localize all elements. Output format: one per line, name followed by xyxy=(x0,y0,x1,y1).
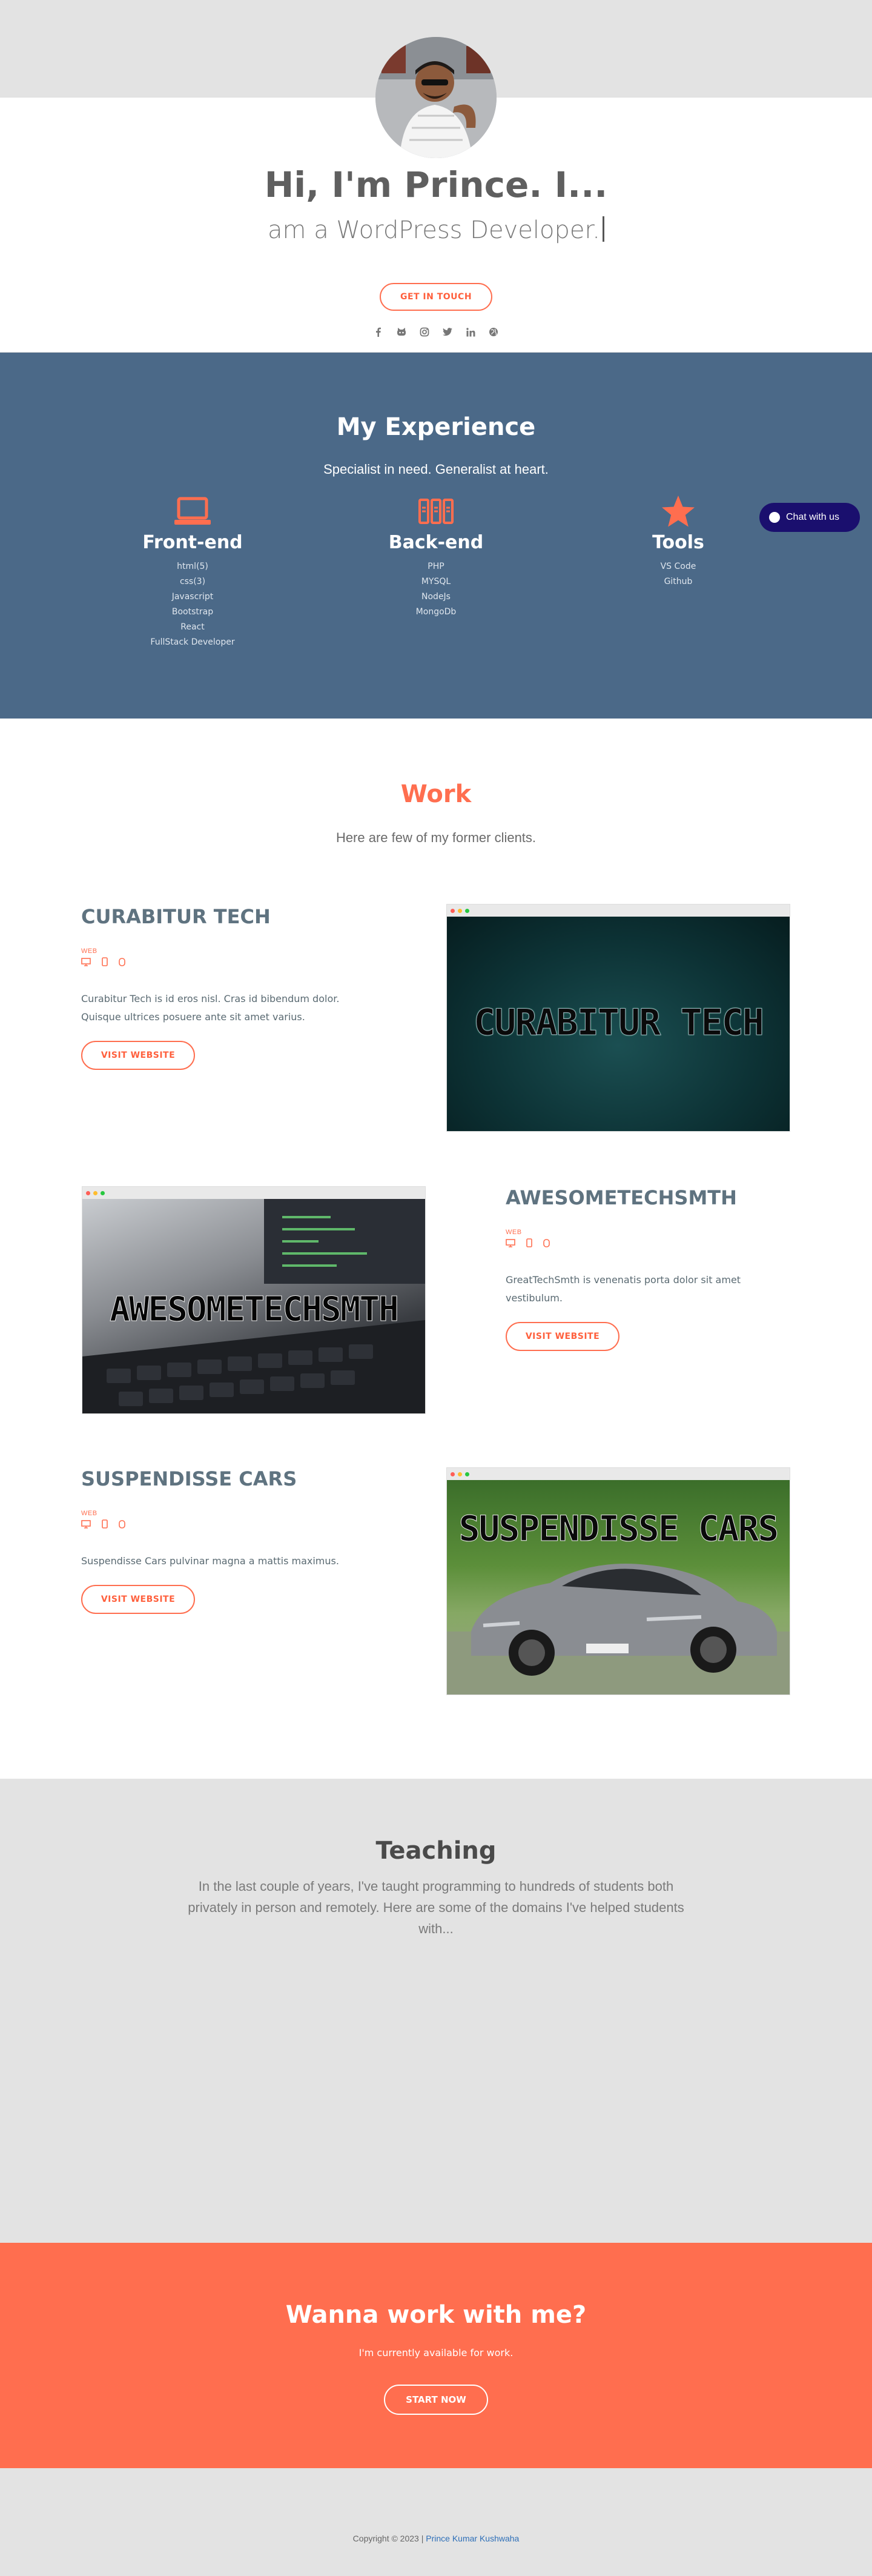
project-screenshot: SUSPENDISSE CARS xyxy=(446,1467,790,1695)
footer: Copyright © 2023 | Prince Kumar Kushwaha xyxy=(0,2468,872,2576)
author-link[interactable]: Prince Kumar Kushwaha xyxy=(426,2534,519,2543)
hero-title: Hi, I'm Prince. I... xyxy=(264,164,608,205)
project-description: GreatTechSmth is venenatis porta dolor s… xyxy=(506,1274,741,1304)
desktop-icon xyxy=(81,957,91,968)
project-description: Suspendisse Cars pulvinar magna a mattis… xyxy=(81,1555,339,1567)
instagram-icon[interactable] xyxy=(419,327,430,337)
typed-text: am a WordPress Developer. xyxy=(268,216,600,244)
facebook-icon[interactable] xyxy=(373,327,384,337)
experience-section: My Experience Specialist in need. Genera… xyxy=(0,353,872,719)
work-title: Work xyxy=(400,780,472,808)
tablet-icon xyxy=(119,1519,125,1530)
screen-text: CURABITUR TECH xyxy=(474,1001,765,1044)
cta-section: Wanna work with me? I'm currently availa… xyxy=(0,2243,872,2468)
github-icon[interactable] xyxy=(396,327,407,337)
server-icon xyxy=(327,493,545,529)
desktop-icon xyxy=(506,1238,515,1249)
list-item: Javascript xyxy=(171,592,214,602)
cta-subtitle: I'm currently available for work. xyxy=(358,2347,514,2359)
project-tag: WEB xyxy=(81,948,97,955)
chat-widget-button[interactable]: Chat with us xyxy=(759,503,860,532)
copyright-text: Copyright © 2023 | Prince Kumar Kushwaha xyxy=(0,2534,872,2543)
list-item: FullStack Developer xyxy=(150,637,235,647)
hero-subtitle: am a WordPress Developer. xyxy=(0,216,872,244)
typing-cursor xyxy=(602,216,604,242)
visit-website-button[interactable]: VISIT WEBSITE xyxy=(81,1585,195,1614)
list-item: VS Code xyxy=(660,562,696,571)
globe-icon[interactable] xyxy=(488,327,499,337)
backend-title: Back-end xyxy=(388,532,484,553)
list-item: css(3) xyxy=(179,577,206,586)
screen: AWESOMETECHSMTH xyxy=(82,1199,425,1413)
social-links xyxy=(0,327,872,337)
avatar xyxy=(375,37,497,158)
experience-subtitle: Specialist in need. Generalist at heart. xyxy=(323,462,549,477)
work-section: Work Here are few of my former clients. … xyxy=(0,719,872,1779)
list-item: NodeJs xyxy=(421,592,451,602)
mobile-icon xyxy=(102,957,108,968)
chat-bubble-icon xyxy=(769,512,780,523)
project-tag: WEB xyxy=(81,1510,97,1517)
visit-website-button[interactable]: VISIT WEBSITE xyxy=(81,1041,195,1070)
project-title: AWESOMETECHSMTH xyxy=(506,1186,737,1209)
list-item: React xyxy=(180,622,205,632)
list-item: html(5) xyxy=(177,562,208,571)
tablet-icon xyxy=(543,1238,550,1249)
teaching-title: Teaching xyxy=(375,1837,497,1865)
browser-bar xyxy=(447,1468,790,1480)
mobile-icon xyxy=(526,1238,532,1249)
list-item: MongoDb xyxy=(415,607,457,617)
backend-column: Back-end PHP MYSQL NodeJs MongoDb xyxy=(327,493,545,620)
list-item: Github xyxy=(664,577,693,586)
frontend-skills-list: html(5) css(3) Javascript Bootstrap Reac… xyxy=(84,559,302,650)
visit-website-button[interactable]: VISIT WEBSITE xyxy=(506,1322,619,1351)
project-screenshot: AWESOMETECHSMTH xyxy=(82,1186,426,1414)
work-subtitle: Here are few of my former clients. xyxy=(335,830,537,845)
copyright-label: Copyright © 2023 | xyxy=(352,2534,424,2543)
cta-title: Wanna work with me? xyxy=(285,2301,587,2329)
frontend-title: Front-end xyxy=(142,532,243,553)
project-title: CURABITUR TECH xyxy=(81,905,271,928)
desktop-icon xyxy=(81,1519,91,1530)
project-tag: WEB xyxy=(506,1229,522,1236)
tools-list: VS Code Github xyxy=(569,559,787,589)
avatar-photo xyxy=(375,37,497,158)
backend-skills-list: PHP MYSQL NodeJs MongoDb xyxy=(327,559,545,620)
twitter-icon[interactable] xyxy=(442,327,453,337)
start-now-button[interactable]: START NOW xyxy=(384,2385,488,2415)
tools-column: Tools VS Code Github xyxy=(569,493,787,589)
list-item: Bootstrap xyxy=(171,607,214,617)
tools-title: Tools xyxy=(652,532,704,553)
browser-bar xyxy=(82,1187,425,1199)
project-description: Curabitur Tech is id eros nisl. Cras id … xyxy=(81,993,340,1023)
screen-text: SUSPENDISSE CARS xyxy=(458,1508,779,1550)
list-item: MYSQL xyxy=(421,577,451,586)
linkedin-icon[interactable] xyxy=(465,327,476,337)
device-icons xyxy=(506,1238,550,1249)
screen-text: AWESOMETECHSMTH xyxy=(110,1290,400,1330)
frontend-column: Front-end html(5) css(3) Javascript Boot… xyxy=(84,493,302,650)
get-in-touch-button[interactable]: GET IN TOUCH xyxy=(380,283,492,311)
star-icon xyxy=(569,493,787,529)
laptop-icon xyxy=(84,493,302,529)
chat-label: Chat with us xyxy=(786,512,840,522)
device-icons xyxy=(81,1519,125,1530)
hero-section: Hi, I'm Prince. I... am a WordPress Deve… xyxy=(0,37,872,353)
tablet-icon xyxy=(119,957,125,968)
list-item: PHP xyxy=(428,562,444,571)
teaching-text: In the last couple of years, I've taught… xyxy=(188,1879,684,1936)
experience-title: My Experience xyxy=(336,413,536,441)
project-screenshot: CURABITUR TECH xyxy=(446,904,790,1132)
device-icons xyxy=(81,957,125,968)
mobile-icon xyxy=(102,1519,108,1530)
screen: SUSPENDISSE CARS xyxy=(447,1480,790,1695)
screen: CURABITUR TECH xyxy=(447,917,790,1131)
project-title: SUSPENDISSE CARS xyxy=(81,1467,297,1490)
browser-bar xyxy=(447,905,790,917)
teaching-section: Teaching In the last couple of years, I'… xyxy=(0,1779,872,2243)
